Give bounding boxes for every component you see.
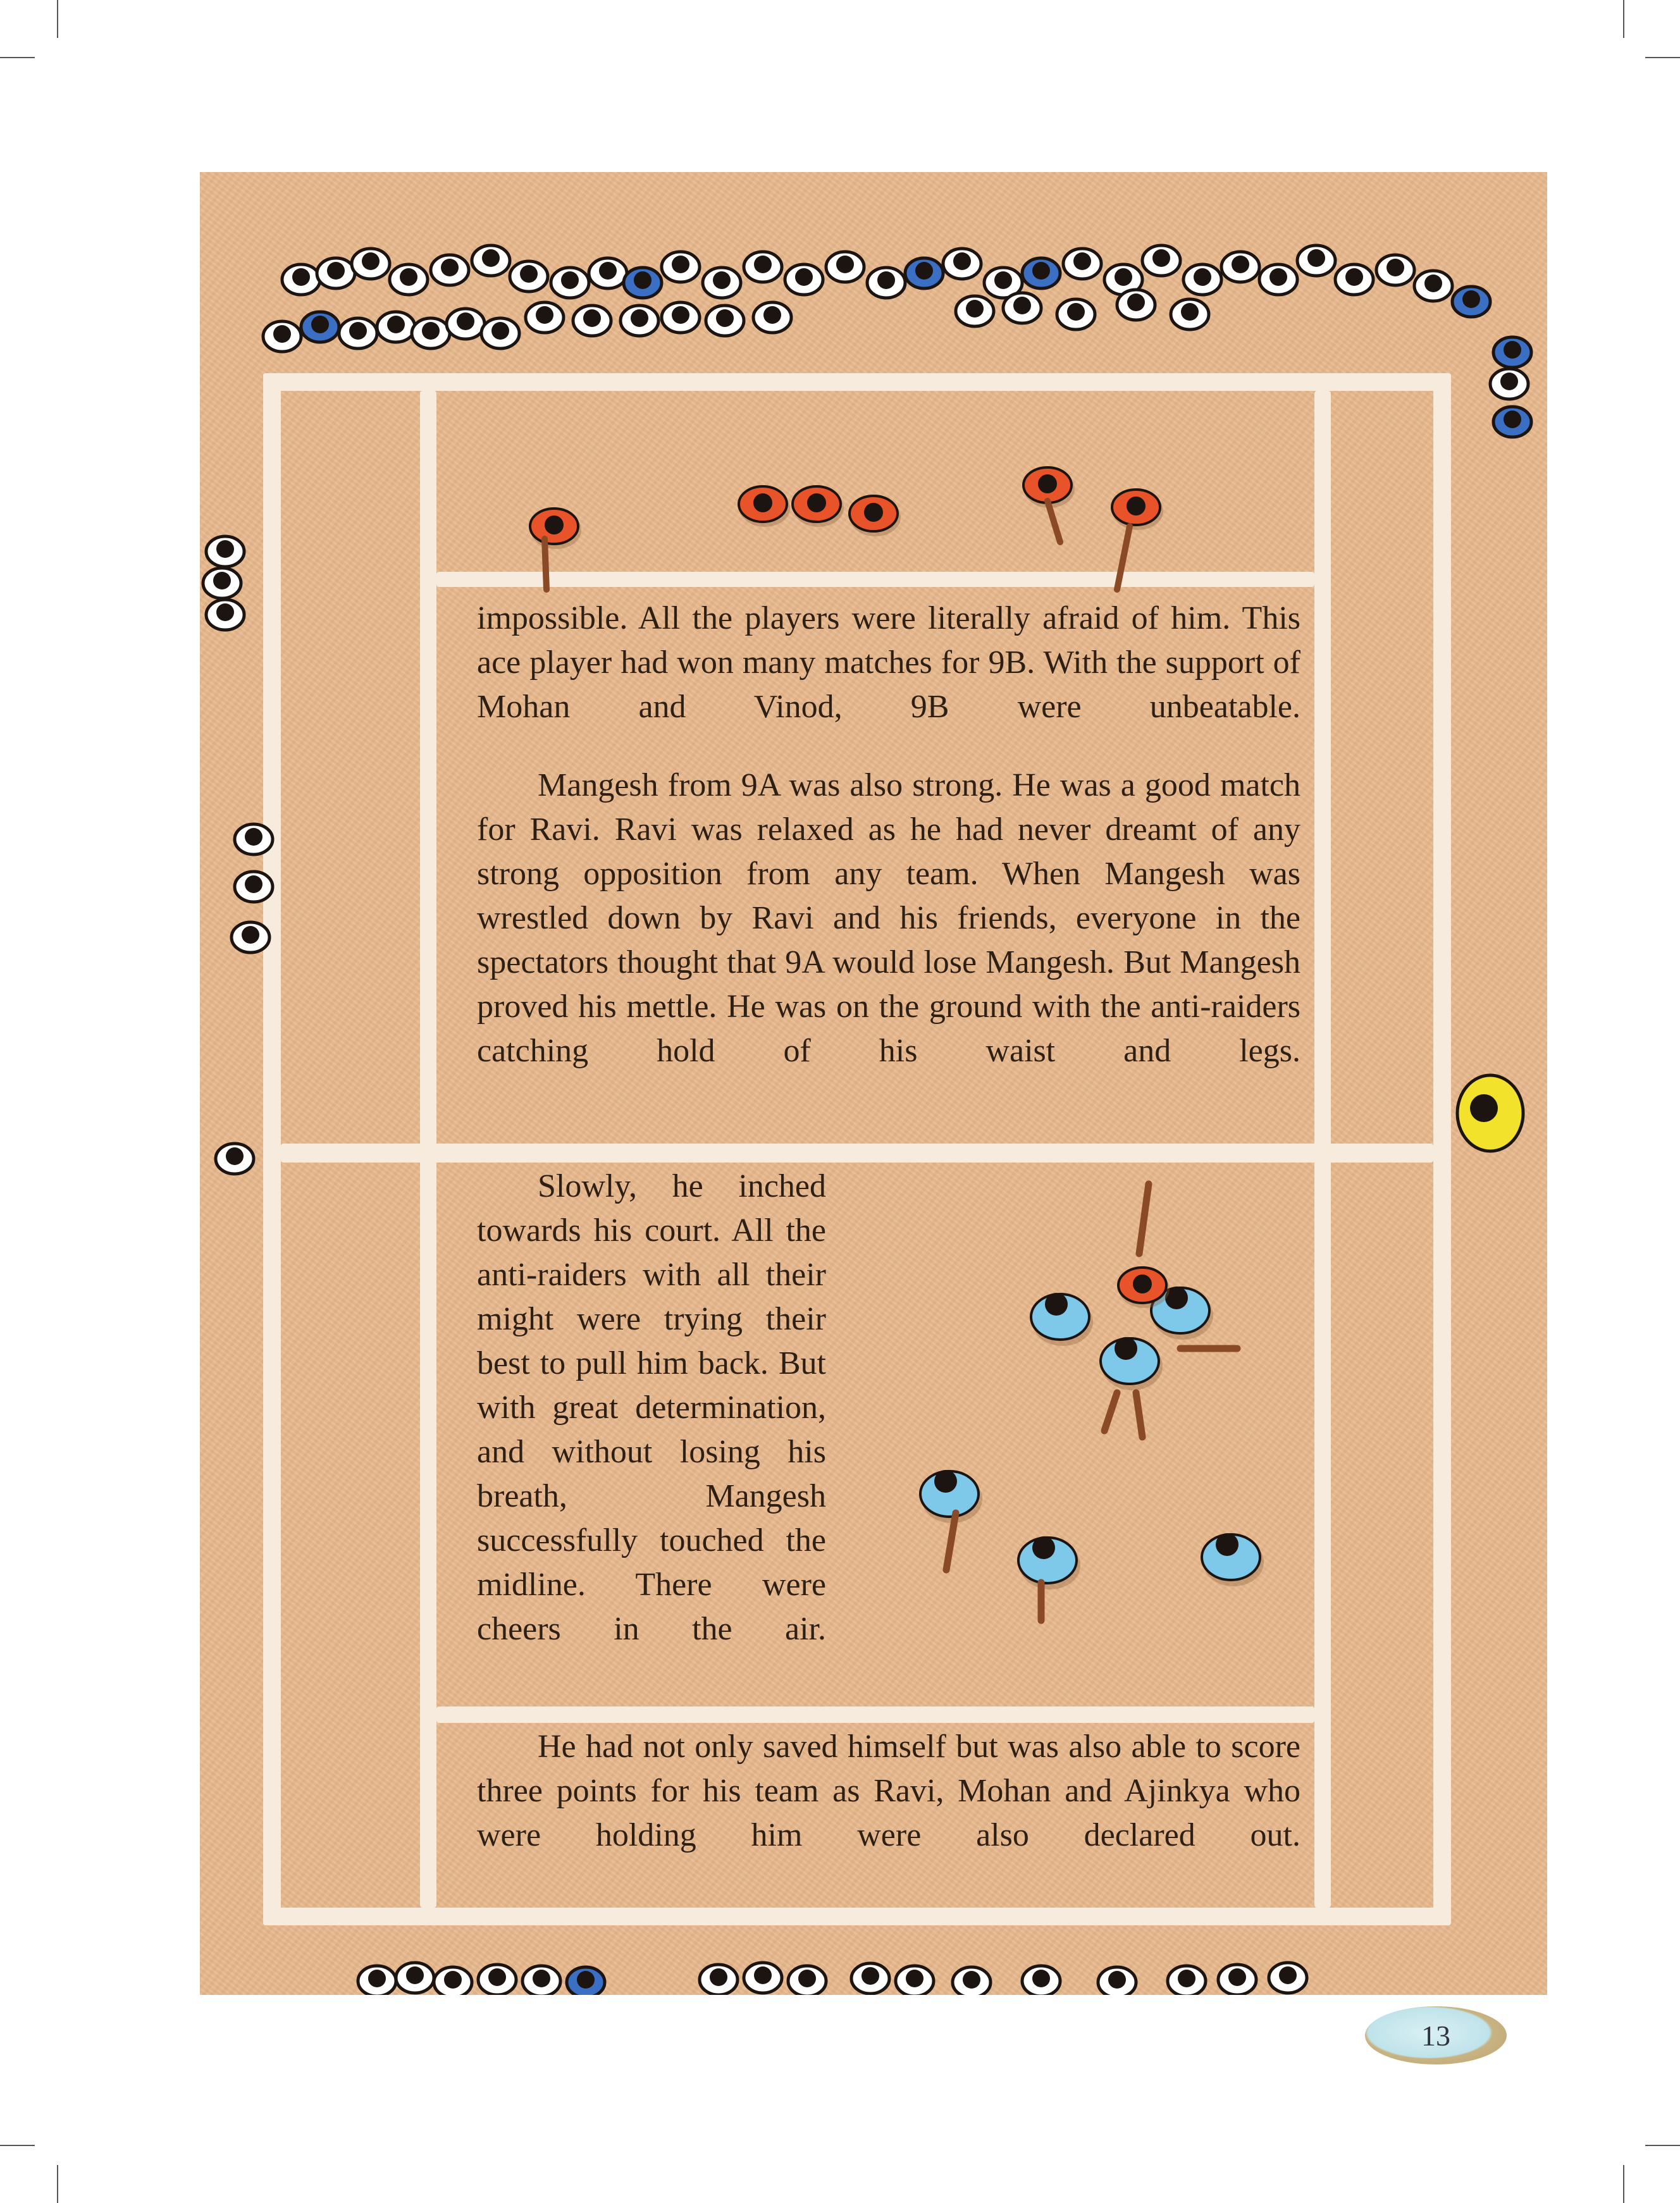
spectators-top — [263, 245, 1531, 437]
spectators-left — [203, 536, 273, 1174]
referee — [1455, 1073, 1525, 1153]
crop-mark — [1645, 57, 1680, 58]
players-and-spectators — [200, 172, 1547, 1995]
team-9a-players — [919, 1469, 1265, 1624]
crop-mark — [57, 0, 58, 38]
crop-mark — [57, 2165, 58, 2203]
page-number: 13 — [1421, 2019, 1450, 2052]
crop-mark — [1645, 2145, 1680, 2146]
story-paragraph-end: He had not only saved himself but was al… — [477, 1725, 1300, 1858]
story-paragraph-top: impossible. All the players were literal… — [477, 596, 1300, 729]
spectators-bottom — [358, 1963, 1307, 1995]
paragraph-text: impossible. All the players were literal… — [477, 600, 1300, 725]
crop-mark — [1623, 2165, 1624, 2203]
page-number-badge: 13 — [1365, 2006, 1507, 2064]
crop-mark — [0, 57, 35, 58]
paragraph-text: Slowly, he inched towards his court. All… — [477, 1168, 826, 1647]
team-9b-players — [529, 466, 1164, 593]
story-paragraph-mangesh: Mangesh from 9A was also strong. He was … — [477, 763, 1300, 1073]
story-paragraph-slowly: Slowly, he inched towards his court. All… — [477, 1164, 826, 1651]
kabaddi-court-illustration: impossible. All the players were literal… — [200, 172, 1547, 1995]
mangesh-scrum — [1030, 1180, 1241, 1441]
crop-mark — [0, 2145, 35, 2146]
paragraph-text: He had not only saved himself but was al… — [477, 1729, 1300, 1853]
paragraph-text: Mangesh from 9A was also strong. He was … — [477, 767, 1300, 1069]
crop-mark — [1623, 0, 1624, 38]
